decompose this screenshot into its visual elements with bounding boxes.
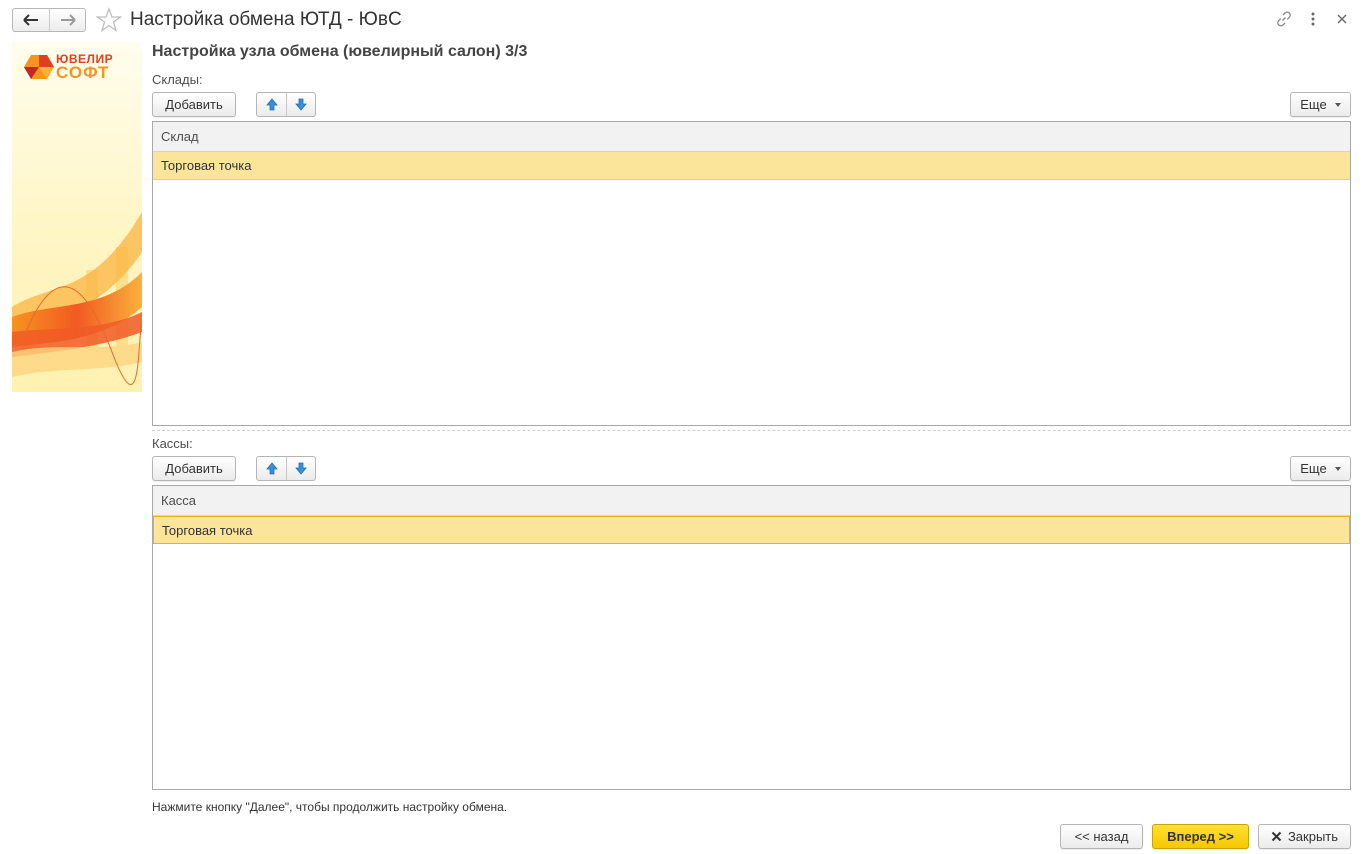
warehouses-more-button[interactable]: Еще bbox=[1290, 92, 1351, 117]
cashboxes-more-label: Еще bbox=[1300, 461, 1327, 476]
cashboxes-add-button[interactable]: Добавить bbox=[152, 456, 236, 481]
back-button[interactable] bbox=[13, 9, 49, 31]
cashboxes-move-buttons bbox=[256, 456, 316, 481]
close-button-label: Закрыть bbox=[1287, 829, 1339, 844]
warehouses-move-buttons bbox=[256, 92, 316, 117]
arrow-up-icon bbox=[265, 462, 278, 475]
cashboxes-column-header[interactable]: Касса bbox=[153, 486, 1350, 516]
dropdown-arrow-icon bbox=[1334, 102, 1341, 107]
cashboxes-more-button[interactable]: Еще bbox=[1290, 456, 1351, 481]
warehouses-move-down-button[interactable] bbox=[286, 93, 315, 116]
section-splitter[interactable] bbox=[152, 430, 1351, 431]
warehouses-label: Склады: bbox=[152, 72, 203, 87]
banner-graphic bbox=[12, 42, 143, 392]
cashboxes-table[interactable]: Касса Торговая точка bbox=[152, 485, 1351, 790]
arrow-down-icon bbox=[295, 98, 307, 111]
warehouses-column-header[interactable]: Склад bbox=[153, 122, 1350, 152]
warehouses-more-label: Еще bbox=[1300, 97, 1327, 112]
window-title: Настройка обмена ЮТД - ЮвС bbox=[130, 9, 402, 30]
table-row[interactable]: Торговая точка bbox=[153, 152, 1350, 180]
logo-mark-icon bbox=[24, 55, 54, 79]
cashboxes-move-up-button[interactable] bbox=[257, 457, 286, 480]
forward-button[interactable] bbox=[49, 9, 85, 31]
dropdown-arrow-icon bbox=[1334, 466, 1341, 471]
close-icon bbox=[1271, 831, 1282, 842]
cashboxes-move-down-button[interactable] bbox=[286, 457, 315, 480]
star-icon[interactable] bbox=[96, 7, 122, 33]
cashboxes-label: Кассы: bbox=[152, 436, 193, 451]
warehouses-move-up-button[interactable] bbox=[257, 93, 286, 116]
table-row[interactable]: Торговая точка bbox=[153, 516, 1350, 544]
arrow-down-icon bbox=[295, 462, 307, 475]
warehouses-add-button[interactable]: Добавить bbox=[152, 92, 236, 117]
arrow-left-icon bbox=[23, 14, 38, 26]
arrow-up-icon bbox=[265, 98, 278, 111]
back-step-button[interactable]: << назад bbox=[1060, 824, 1143, 849]
close-button[interactable]: Закрыть bbox=[1258, 824, 1351, 849]
company-logo: ЮВЕЛИР СОФТ bbox=[24, 52, 134, 82]
close-icon[interactable] bbox=[1336, 13, 1348, 25]
arrow-right-icon bbox=[60, 14, 76, 26]
page-title: Настройка узла обмена (ювелирный салон) … bbox=[152, 43, 528, 60]
navigation-buttons bbox=[12, 8, 86, 32]
vertical-dots-icon[interactable] bbox=[1306, 10, 1320, 28]
next-step-button[interactable]: Вперед >> bbox=[1152, 824, 1249, 849]
hint-text: Нажмите кнопку "Далее", чтобы продолжить… bbox=[152, 800, 508, 814]
sidebar-banner: ЮВЕЛИР СОФТ bbox=[12, 42, 143, 392]
logo-text-bottom: СОФТ bbox=[56, 63, 110, 82]
warehouses-table[interactable]: Склад Торговая точка bbox=[152, 121, 1351, 426]
link-icon[interactable] bbox=[1275, 10, 1293, 28]
title-bar: Настройка обмена ЮТД - ЮвС bbox=[0, 0, 1369, 40]
